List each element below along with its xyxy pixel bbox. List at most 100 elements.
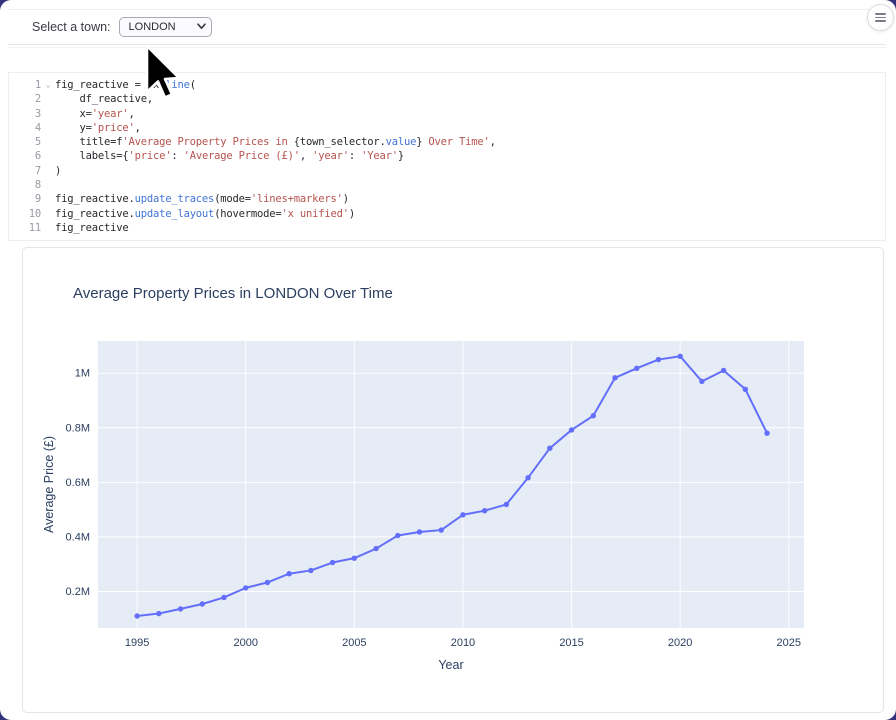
fold-spacer xyxy=(41,192,55,206)
line-number: 10 xyxy=(9,207,41,221)
menu-button[interactable] xyxy=(867,4,894,31)
data-point-marker[interactable] xyxy=(286,571,291,576)
x-tick-label: 2000 xyxy=(233,637,257,649)
y-axis-title: Average Price (£) xyxy=(42,436,56,533)
line-number: 2 xyxy=(9,92,41,106)
code-line[interactable]: 7) xyxy=(9,164,885,178)
data-point-marker[interactable] xyxy=(373,546,378,551)
data-point-marker[interactable] xyxy=(525,475,530,480)
code-line[interactable]: 10 fig_reactive.update_layout(hovermode='… xyxy=(9,207,885,221)
chart-output-card: Average Property Prices in LONDON Over T… xyxy=(22,247,884,713)
code-line[interactable]: 11 fig_reactive xyxy=(9,221,885,235)
code-line[interactable]: 2 df_reactive, xyxy=(9,92,885,106)
x-tick-label: 2015 xyxy=(559,637,583,649)
data-point-marker[interactable] xyxy=(330,560,335,565)
data-point-marker[interactable] xyxy=(439,527,444,532)
line-number: 3 xyxy=(9,107,41,121)
y-tick-label: 1M xyxy=(75,368,90,380)
town-select-wrap: LONDON xyxy=(119,17,212,38)
code-text: ) xyxy=(55,164,61,178)
price-chart-canvas[interactable]: Average Property Prices in LONDON Over T… xyxy=(23,248,883,712)
fold-spacer xyxy=(41,164,55,178)
data-point-marker[interactable] xyxy=(417,529,422,534)
select-town-label: Select a town: xyxy=(32,20,111,34)
y-tick-label: 0.2M xyxy=(66,586,90,598)
y-tick-label: 0.4M xyxy=(66,531,90,543)
code-line[interactable]: 8 xyxy=(9,178,885,192)
y-tick-label: 0.6M xyxy=(66,477,90,489)
notebook-page: Select a town: LONDON 1⌄fig_reactive = p… xyxy=(0,0,896,720)
data-point-marker[interactable] xyxy=(221,595,226,600)
code-text: x='year', xyxy=(55,107,135,121)
data-point-marker[interactable] xyxy=(656,357,661,362)
hamburger-icon xyxy=(875,13,886,15)
data-point-marker[interactable] xyxy=(308,568,313,573)
x-tick-label: 2025 xyxy=(777,637,801,649)
data-point-marker[interactable] xyxy=(178,606,183,611)
data-point-marker[interactable] xyxy=(134,613,139,618)
data-point-marker[interactable] xyxy=(743,387,748,392)
data-point-marker[interactable] xyxy=(156,611,161,616)
code-editor[interactable]: 1⌄fig_reactive = px.line(2 df_reactive,3… xyxy=(8,72,886,241)
data-point-marker[interactable] xyxy=(243,585,248,590)
data-point-marker[interactable] xyxy=(699,379,704,384)
code-line[interactable]: 9 fig_reactive.update_traces(mode='lines+… xyxy=(9,192,885,206)
fold-spacer xyxy=(41,92,55,106)
data-point-marker[interactable] xyxy=(612,375,617,380)
code-line[interactable]: 3 x='year', xyxy=(9,107,885,121)
line-number: 1 xyxy=(9,78,41,92)
fold-arrow-icon[interactable]: ⌄ xyxy=(41,78,55,92)
line-number: 7 xyxy=(9,164,41,178)
code-text: fig_reactive.update_traces(mode='lines+m… xyxy=(55,192,349,206)
chart-title: Average Property Prices in LONDON Over T… xyxy=(73,285,393,302)
code-line[interactable]: 6 labels={'price': 'Average Price (£)', … xyxy=(9,149,885,163)
x-axis-title: Year xyxy=(438,658,463,672)
code-text: y='price', xyxy=(55,121,141,135)
x-tick-label: 2020 xyxy=(668,637,692,649)
data-point-marker[interactable] xyxy=(460,512,465,517)
x-tick-label: 2005 xyxy=(342,637,366,649)
fold-spacer xyxy=(41,178,55,192)
data-point-marker[interactable] xyxy=(591,413,596,418)
line-number: 4 xyxy=(9,121,41,135)
data-point-marker[interactable] xyxy=(482,508,487,513)
code-text: fig_reactive.update_layout(hovermode='x … xyxy=(55,207,355,221)
data-point-marker[interactable] xyxy=(764,431,769,436)
line-number: 9 xyxy=(9,192,41,206)
code-text: df_reactive, xyxy=(55,92,153,106)
data-point-marker[interactable] xyxy=(721,368,726,373)
plot-area[interactable] xyxy=(98,341,804,628)
line-number: 8 xyxy=(9,178,41,192)
data-point-marker[interactable] xyxy=(395,533,400,538)
data-point-marker[interactable] xyxy=(352,555,357,560)
x-tick-label: 2010 xyxy=(451,637,475,649)
data-point-marker[interactable] xyxy=(504,502,509,507)
line-number: 11 xyxy=(9,221,41,235)
code-line[interactable]: 4 y='price', xyxy=(9,121,885,135)
code-line[interactable]: 1⌄fig_reactive = px.line( xyxy=(9,78,885,92)
fold-spacer xyxy=(41,107,55,121)
control-bar: Select a town: LONDON xyxy=(8,9,886,45)
fold-spacer xyxy=(41,221,55,235)
data-point-marker[interactable] xyxy=(547,446,552,451)
data-point-marker[interactable] xyxy=(634,366,639,371)
data-point-marker[interactable] xyxy=(569,427,574,432)
data-point-marker[interactable] xyxy=(265,580,270,585)
x-tick-label: 1995 xyxy=(125,637,149,649)
data-point-marker[interactable] xyxy=(677,354,682,359)
town-select[interactable]: LONDON xyxy=(119,17,212,37)
code-line[interactable]: 5 title=f'Average Property Prices in {to… xyxy=(9,135,885,149)
fold-spacer xyxy=(41,207,55,221)
line-number: 6 xyxy=(9,149,41,163)
code-text: title=f'Average Property Prices in {town… xyxy=(55,135,496,149)
fold-spacer xyxy=(41,121,55,135)
line-number: 5 xyxy=(9,135,41,149)
code-text: fig_reactive xyxy=(55,221,128,235)
data-point-marker[interactable] xyxy=(200,601,205,606)
section-divider xyxy=(8,47,886,48)
fold-spacer xyxy=(41,135,55,149)
code-text: fig_reactive = px.line( xyxy=(55,78,196,92)
y-tick-label: 0.8M xyxy=(66,422,90,434)
fold-spacer xyxy=(41,149,55,163)
code-text: labels={'price': 'Average Price (£)', 'y… xyxy=(55,149,404,163)
